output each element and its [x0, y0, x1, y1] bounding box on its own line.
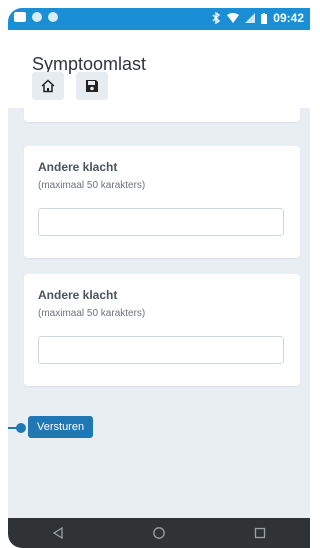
previous-card	[24, 108, 300, 122]
signal-icon	[245, 13, 256, 23]
image-icon	[14, 12, 26, 22]
wifi-icon	[227, 13, 240, 23]
battery-icon	[261, 12, 268, 24]
bluetooth-icon	[212, 12, 221, 24]
save-button[interactable]	[76, 72, 108, 100]
notification-icon	[48, 12, 58, 22]
notification-icon	[32, 12, 42, 22]
other-complaint-input-2[interactable]	[38, 336, 284, 364]
status-time: 09:42	[273, 11, 304, 25]
app-header: Symptoomlast	[8, 30, 310, 108]
form-card: Andere klacht (maximaal 50 karakters)	[24, 146, 300, 258]
form-card: Andere klacht (maximaal 50 karakters)	[24, 274, 300, 386]
other-complaint-input-1[interactable]	[38, 208, 284, 236]
back-icon[interactable]	[51, 526, 65, 540]
submit-button[interactable]: Versturen	[28, 416, 94, 438]
status-right: 09:42	[211, 11, 304, 25]
pointer-dot	[16, 423, 26, 433]
field-label: Andere klacht	[38, 160, 118, 174]
recents-icon[interactable]	[253, 526, 267, 540]
status-bar: 09:42	[8, 8, 310, 30]
home-circle-icon[interactable]	[152, 526, 166, 540]
home-icon	[41, 79, 55, 93]
field-hint: (maximaal 50 karakters)	[38, 308, 146, 319]
android-nav-bar	[8, 518, 310, 548]
status-left	[14, 12, 58, 22]
phone-screen: 09:42 Symptoomlast Andere klacht (maxima…	[8, 8, 310, 548]
save-icon	[86, 80, 98, 92]
field-hint: (maximaal 50 karakters)	[38, 180, 146, 191]
field-label: Andere klacht	[38, 288, 118, 302]
form-content: Andere klacht (maximaal 50 karakters) An…	[8, 108, 310, 510]
home-button[interactable]	[32, 72, 64, 100]
